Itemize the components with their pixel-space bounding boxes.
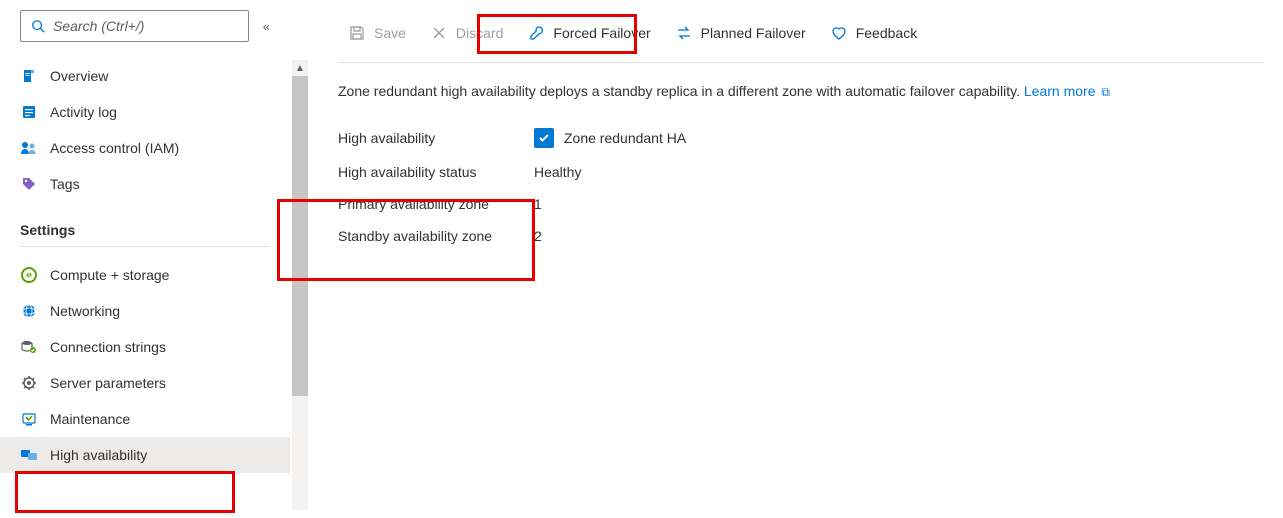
server-parameters-icon [20,374,38,392]
prop-label-ha: High availability [338,130,534,146]
learn-more-link[interactable]: Learn more ⧉ [1024,83,1110,99]
swap-icon [675,24,693,42]
collapse-sidebar-button[interactable]: « [263,19,270,34]
access-control-icon [20,139,38,157]
sidebar-item-networking[interactable]: Networking [0,293,290,329]
heart-icon [830,24,848,42]
activity-log-icon [20,103,38,121]
toolbar: Save Discard Forced Failover Planned Fai… [338,0,1263,63]
external-link-icon: ⧉ [1101,85,1110,99]
sidebar-item-label: High availability [50,447,147,463]
toolbar-button-label: Save [374,25,406,41]
prop-value-ha-checkbox-label: Zone redundant HA [564,130,686,146]
description-text: Zone redundant high availability deploys… [338,63,1283,112]
wrench-icon [527,24,545,42]
toolbar-button-label: Discard [456,25,503,41]
sidebar-item-activity-log[interactable]: Activity log [0,94,290,130]
sidebar-item-access-control[interactable]: Access control (IAM) [0,130,290,166]
sidebar: « Overview Activity log Access control (… [0,0,290,518]
overview-icon [20,67,38,85]
prop-value-ha-status: Healthy [534,164,581,180]
zone-redundant-checkbox[interactable] [534,128,554,148]
main-content: Save Discard Forced Failover Planned Fai… [290,0,1283,518]
tags-icon [20,175,38,193]
sidebar-item-label: Tags [50,176,80,192]
sidebar-item-maintenance[interactable]: Maintenance [0,401,290,437]
sidebar-item-label: Compute + storage [50,267,169,283]
toolbar-button-label: Feedback [856,25,917,41]
search-icon [29,17,47,35]
sidebar-item-connection-strings[interactable]: Connection strings [0,329,290,365]
connection-strings-icon [20,338,38,356]
toolbar-button-label: Planned Failover [701,25,806,41]
networking-icon [20,302,38,320]
discard-button[interactable]: Discard [420,18,513,48]
sidebar-item-server-parameters[interactable]: Server parameters [0,365,290,401]
forced-failover-button[interactable]: Forced Failover [517,18,660,48]
sidebar-item-high-availability[interactable]: High availability [0,437,290,473]
save-icon [348,24,366,42]
planned-failover-button[interactable]: Planned Failover [665,18,816,48]
high-availability-icon [20,446,38,464]
compute-storage-icon: $ [20,266,38,284]
feedback-button[interactable]: Feedback [820,18,927,48]
maintenance-icon [20,410,38,428]
search-input[interactable] [53,18,240,34]
sidebar-item-label: Networking [50,303,120,319]
prop-label-ha-status: High availability status [338,164,534,180]
save-button[interactable]: Save [338,18,416,48]
sidebar-item-compute-storage[interactable]: $ Compute + storage [0,257,290,293]
sidebar-item-label: Overview [50,68,108,84]
discard-icon [430,24,448,42]
sidebar-item-label: Activity log [50,104,117,120]
prop-value-standby-zone: 2 [534,228,542,244]
sidebar-item-label: Server parameters [50,375,166,391]
toolbar-button-label: Forced Failover [553,25,650,41]
prop-label-primary-zone: Primary availability zone [338,196,534,212]
sidebar-item-label: Maintenance [50,411,130,427]
sidebar-item-label: Connection strings [50,339,166,355]
prop-value-primary-zone: 1 [534,196,542,212]
sidebar-section-settings: Settings [20,208,270,247]
prop-label-standby-zone: Standby availability zone [338,228,534,244]
search-box[interactable] [20,10,249,42]
sidebar-item-overview[interactable]: Overview [0,58,290,94]
sidebar-item-label: Access control (IAM) [50,140,179,156]
sidebar-item-tags[interactable]: Tags [0,166,290,202]
properties-table: High availability Zone redundant HA High… [338,120,1283,252]
